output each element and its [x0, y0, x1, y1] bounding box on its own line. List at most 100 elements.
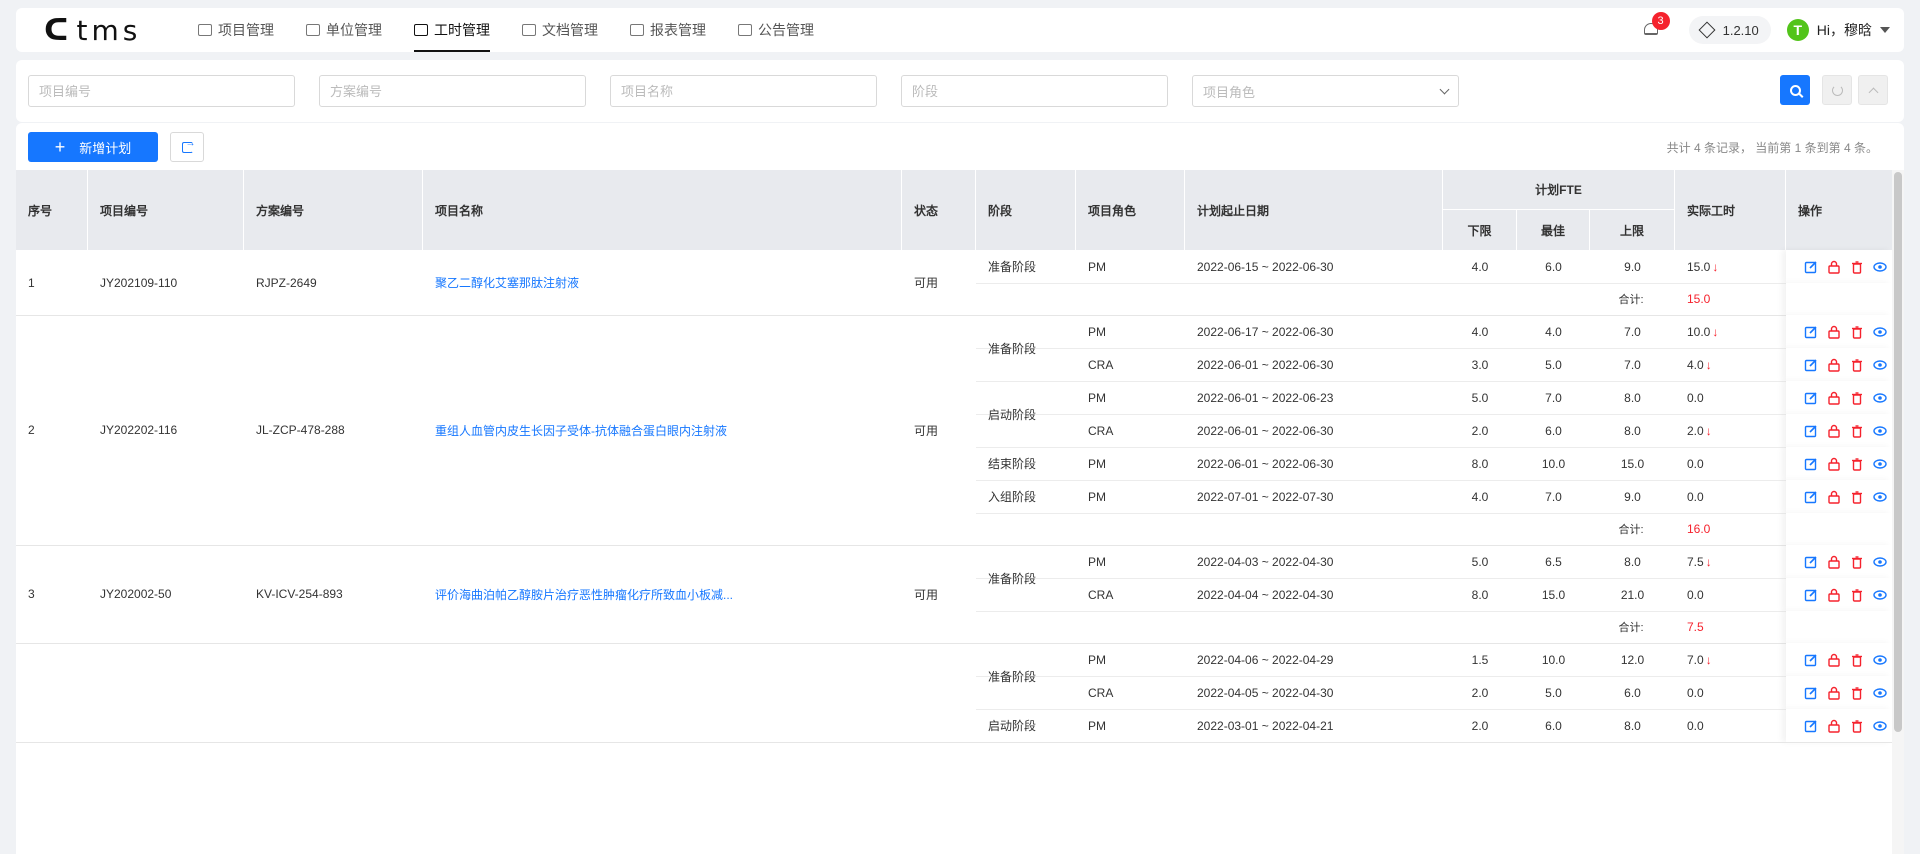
actual-hours-value: 4.0	[1687, 357, 1704, 372]
app-logo[interactable]: ᑕ tms	[44, 13, 141, 48]
date-range-cell: 2022-04-04 ~ 2022-04-30	[1197, 587, 1334, 602]
delete-icon[interactable]	[1850, 457, 1864, 471]
search-button[interactable]	[1780, 75, 1810, 105]
edit-icon[interactable]	[1804, 719, 1818, 733]
delete-icon[interactable]	[1850, 260, 1864, 274]
project-name-input[interactable]	[610, 75, 877, 107]
edit-icon[interactable]	[1804, 588, 1818, 602]
delete-icon[interactable]	[1850, 424, 1864, 438]
scrollbar-thumb[interactable]	[1894, 172, 1902, 732]
actual-hours-value: 0.0	[1687, 587, 1704, 602]
delete-icon[interactable]	[1850, 686, 1864, 700]
delete-icon[interactable]	[1850, 391, 1864, 405]
project-name-link[interactable]: 聚乙二醇化艾塞那肽注射液	[435, 250, 895, 315]
scheme-code-input[interactable]	[319, 75, 586, 107]
notification-bell-icon[interactable]: 3	[1641, 12, 1670, 40]
arrow-down-icon: ↓	[1712, 259, 1719, 274]
collapse-button[interactable]	[1858, 75, 1888, 105]
fte-best-cell: 4.0	[1545, 324, 1562, 339]
fte-best-cell: 6.5	[1545, 554, 1562, 569]
fte-min-cell: 1.5	[1471, 652, 1489, 667]
delete-icon[interactable]	[1850, 358, 1864, 372]
status-cell: 可用	[914, 423, 939, 438]
project-name-link[interactable]	[435, 643, 895, 742]
version-pill[interactable]: 1.2.10	[1688, 16, 1771, 44]
lock-icon[interactable]	[1827, 653, 1841, 667]
vertical-scrollbar[interactable]	[1892, 170, 1904, 854]
nav-item-unit[interactable]: 单位管理	[294, 8, 394, 52]
nav-item-project[interactable]: 项目管理	[186, 8, 286, 52]
nav-item-notice[interactable]: 公告管理	[726, 8, 826, 52]
user-menu[interactable]: T Hi，穆晗	[1786, 19, 1890, 41]
delete-icon[interactable]	[1850, 588, 1864, 602]
edit-icon[interactable]	[1804, 555, 1818, 569]
edit-icon[interactable]	[1804, 325, 1818, 339]
row-actions	[1786, 480, 1892, 513]
view-eye-icon[interactable]	[1873, 358, 1887, 372]
project-name-link[interactable]: 评价海曲泊帕乙醇胺片治疗恶性肿瘤化疗所致血小板减...	[435, 545, 895, 643]
role-cell: CRA	[1088, 685, 1114, 700]
edit-icon[interactable]	[1804, 358, 1818, 372]
date-range-cell: 2022-06-01 ~ 2022-06-23	[1197, 390, 1334, 405]
col-stage: 阶段	[976, 170, 1076, 250]
add-plan-button[interactable]: + 新增计划	[28, 132, 158, 162]
edit-icon[interactable]	[1804, 260, 1818, 274]
delete-icon[interactable]	[1850, 490, 1864, 504]
delete-icon[interactable]	[1850, 325, 1864, 339]
edit-icon[interactable]	[1804, 653, 1818, 667]
lock-icon[interactable]	[1827, 686, 1841, 700]
actual-hours-value: 7.5	[1687, 554, 1704, 569]
lock-icon[interactable]	[1827, 588, 1841, 602]
delete-icon[interactable]	[1850, 555, 1864, 569]
view-eye-icon[interactable]	[1873, 457, 1887, 471]
unit-nav-icon	[306, 24, 320, 36]
project-code-cell: JY202002-50	[100, 587, 172, 601]
delete-icon[interactable]	[1850, 653, 1864, 667]
view-eye-icon[interactable]	[1873, 325, 1887, 339]
date-range-cell: 2022-04-06 ~ 2022-04-29	[1197, 652, 1334, 667]
view-eye-icon[interactable]	[1873, 588, 1887, 602]
date-range-cell: 2022-06-17 ~ 2022-06-30	[1197, 324, 1334, 339]
main-panel: + 新增计划 共计 4 条记录， 当前第 1 条到第 4 条。 序号 项目编号 …	[16, 123, 1904, 854]
export-button[interactable]	[170, 132, 204, 162]
view-eye-icon[interactable]	[1873, 490, 1887, 504]
view-eye-icon[interactable]	[1873, 424, 1887, 438]
delete-icon[interactable]	[1850, 719, 1864, 733]
edit-icon[interactable]	[1804, 686, 1818, 700]
reset-button[interactable]	[1822, 75, 1852, 105]
stage-cell: 启动阶段	[988, 407, 1037, 422]
lock-icon[interactable]	[1827, 260, 1841, 274]
edit-icon[interactable]	[1804, 490, 1818, 504]
seq-cell	[28, 643, 78, 742]
fte-min-cell: 2.0	[1471, 685, 1489, 700]
main-nav: 项目管理 单位管理 工时管理 文档管理 报表管理 公告管理	[186, 8, 834, 52]
lock-icon[interactable]	[1827, 391, 1841, 405]
nav-item-worktime[interactable]: 工时管理	[402, 8, 502, 52]
lock-icon[interactable]	[1827, 719, 1841, 733]
project-name-link[interactable]: 重组人血管内皮生长因子受体-抗体融合蛋白眼内注射液	[435, 315, 895, 545]
view-eye-icon[interactable]	[1873, 719, 1887, 733]
lock-icon[interactable]	[1827, 555, 1841, 569]
lock-icon[interactable]	[1827, 424, 1841, 438]
project-divider	[16, 742, 1892, 743]
edit-icon[interactable]	[1804, 391, 1818, 405]
stage-input[interactable]	[901, 75, 1168, 107]
row-actions	[1786, 447, 1892, 480]
lock-icon[interactable]	[1827, 457, 1841, 471]
view-eye-icon[interactable]	[1873, 555, 1887, 569]
nav-item-report[interactable]: 报表管理	[618, 8, 718, 52]
edit-icon[interactable]	[1804, 457, 1818, 471]
view-eye-icon[interactable]	[1873, 391, 1887, 405]
role-select[interactable]: 项目角色	[1192, 75, 1459, 107]
view-eye-icon[interactable]	[1873, 686, 1887, 700]
view-eye-icon[interactable]	[1873, 653, 1887, 667]
actual-hours-cell: 0.0	[1687, 381, 1777, 414]
edit-icon[interactable]	[1804, 424, 1818, 438]
lock-icon[interactable]	[1827, 358, 1841, 372]
view-eye-icon[interactable]	[1873, 260, 1887, 274]
nav-item-document[interactable]: 文档管理	[510, 8, 610, 52]
lock-icon[interactable]	[1827, 490, 1841, 504]
lock-icon[interactable]	[1827, 325, 1841, 339]
project-code-input[interactable]	[28, 75, 295, 107]
total-value: 15.0	[1687, 292, 1711, 306]
